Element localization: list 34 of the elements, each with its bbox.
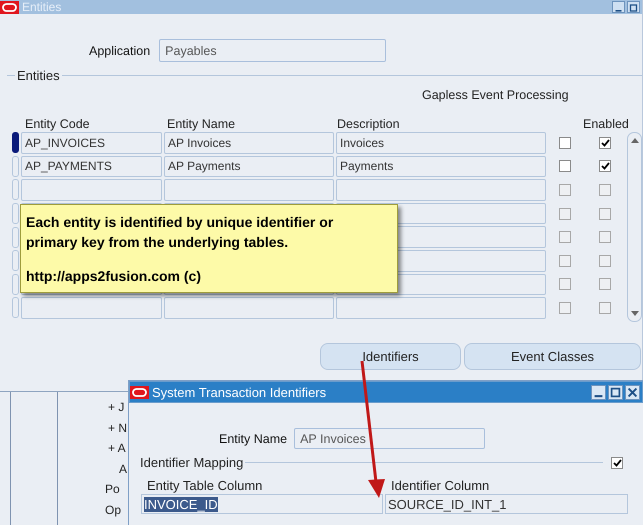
group-header: Gapless Event Processing <box>422 88 570 102</box>
dialog-title: System Transaction Identifiers <box>152 384 328 400</box>
note-text: http://apps2fusion.com (c) <box>26 266 202 286</box>
cell-text: INVOICE_ID <box>144 496 218 512</box>
field-label: Application <box>89 44 150 58</box>
table-cell[interactable]: Payments <box>336 156 546 178</box>
field-label: Entity Name <box>219 432 288 446</box>
column-header: Entity Name <box>167 117 236 131</box>
column-header: Entity Code <box>25 117 91 131</box>
tree-item[interactable]: + J <box>108 400 128 416</box>
section-title: Identifier Mapping <box>140 455 244 470</box>
table-cell[interactable]: AP Payments <box>164 156 334 178</box>
column-header: Enabled <box>583 117 629 131</box>
table-cell[interactable]: AP_INVOICES <box>21 132 162 154</box>
tree-item[interactable]: + A <box>108 441 128 457</box>
action-button[interactable]: Event Classes <box>464 343 641 370</box>
tree-item[interactable]: Po <box>105 482 128 498</box>
column-header: Entity Table Column <box>147 478 264 493</box>
window-title: Entities <box>22 0 62 14</box>
tree-item[interactable]: A <box>108 462 128 478</box>
table-cell[interactable]: AP Invoices <box>164 132 334 154</box>
application-field[interactable]: Payables <box>159 39 386 62</box>
table-cell[interactable]: Invoices <box>336 132 546 154</box>
table-cell[interactable]: AP_PAYMENTS <box>21 156 162 178</box>
tree-item[interactable]: + N <box>108 420 128 436</box>
table-cell[interactable]: SOURCE_ID_INT_1 <box>385 494 628 514</box>
action-button[interactable]: Identifiers <box>320 343 461 370</box>
column-header: Description <box>337 117 401 131</box>
tree-item[interactable]: Op <box>105 502 128 518</box>
entity-name-field[interactable]: AP Invoices <box>294 428 486 449</box>
column-header: Identifier Column <box>391 478 490 493</box>
table-cell[interactable]: INVOICE_ID <box>141 494 383 514</box>
section-title: Entities <box>17 68 60 83</box>
note-text: Each entity is identified by unique identifier or primary key from the underlying tables. <box>26 212 334 252</box>
